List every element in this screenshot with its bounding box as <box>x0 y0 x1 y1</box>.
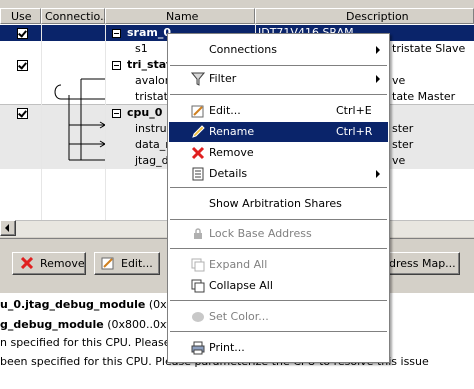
menu-item-rename[interactable]: Rename Ctrl+R <box>169 122 388 142</box>
menu-separator <box>170 248 387 249</box>
expander-tristate[interactable] <box>112 61 121 70</box>
menu-connections-label: Connections <box>209 43 277 56</box>
menu-details-label: Details <box>209 167 248 180</box>
connection-diagram <box>54 78 105 161</box>
menu-separator <box>170 331 387 332</box>
menu-lock-base-address-label: Lock Base Address <box>209 227 312 240</box>
lock-icon <box>194 228 202 239</box>
menu-rename-label: Rename <box>209 125 255 138</box>
palette-icon <box>192 312 204 322</box>
menu-separator <box>170 65 387 66</box>
menu-item-filter[interactable]: Filter <box>169 69 388 89</box>
menu-item-show-arbitration[interactable]: Show Arbitration Shares <box>169 194 388 214</box>
menu-item-expand-all[interactable]: Expand All <box>169 255 388 275</box>
row-name-s1: s1 <box>135 42 148 55</box>
menu-item-details[interactable]: Details <box>169 164 388 184</box>
column-header-use[interactable]: Use <box>0 8 41 24</box>
menu-expand-all-label: Expand All <box>209 258 268 271</box>
message-line-1-bold: u_0.jtag_debug_module <box>0 298 146 311</box>
menu-separator <box>170 219 387 220</box>
expand-all-icon <box>191 258 205 272</box>
submenu-arrow-icon <box>376 46 380 54</box>
filter-icon <box>191 72 205 86</box>
menu-collapse-all-label: Collapse All <box>209 279 273 292</box>
use-checkbox-tristate[interactable] <box>17 60 28 71</box>
edit-icon <box>101 257 114 270</box>
column-header-description[interactable]: Description <box>255 8 474 24</box>
expander-cpu[interactable] <box>112 109 121 118</box>
menu-item-connections[interactable]: Connections <box>169 40 388 60</box>
row-desc-data-master: ster <box>392 138 414 151</box>
message-line-2-bold: g_debug_module <box>0 318 104 331</box>
scroll-left-icon <box>5 224 9 232</box>
menu-print-label: Print... <box>209 341 245 354</box>
column-header-name-label: Name <box>166 10 199 23</box>
column-header-connections[interactable]: Connectio... <box>41 8 111 24</box>
row-name-tristate: tri_stat <box>127 58 172 71</box>
use-checkbox-sram[interactable] <box>17 28 28 39</box>
column-separator <box>41 24 42 220</box>
menu-show-arbitration-label: Show Arbitration Shares <box>209 197 342 210</box>
menu-item-collapse-all[interactable]: Collapse All <box>169 276 388 296</box>
column-header-use-label: Use <box>11 10 32 23</box>
context-menu: Connections Filter Edit... Ctrl+E Rename… <box>167 33 390 363</box>
menu-item-print[interactable]: Print... <box>169 338 388 358</box>
pencil-icon <box>192 125 205 138</box>
printer-icon <box>191 341 205 355</box>
menu-item-lock-base-address[interactable]: Lock Base Address <box>169 224 388 244</box>
column-header-name[interactable]: Name <box>105 8 255 24</box>
row-name-cpu: cpu_0 <box>127 106 163 119</box>
menu-item-remove[interactable]: Remove <box>169 143 388 163</box>
menu-separator <box>170 300 387 301</box>
row-desc-jtag: ve <box>392 154 406 167</box>
remove-icon <box>191 146 205 160</box>
message-line-1: u_0.jtag_debug_module (0x800 <box>0 298 188 312</box>
row-desc-instruction: ster <box>392 122 414 135</box>
row-desc-avalon: ve <box>392 74 406 87</box>
row-name-sram: sram_0 <box>127 26 172 39</box>
menu-filter-label: Filter <box>209 72 237 85</box>
menu-edit-shortcut: Ctrl+E <box>336 104 372 117</box>
menu-set-color-label: Set Color... <box>209 310 269 323</box>
edit-icon <box>191 105 204 118</box>
message-line-2: g_debug_module (0x800..0xfff) <box>0 318 182 332</box>
use-checkbox-cpu[interactable] <box>17 108 28 119</box>
column-separator <box>105 24 106 220</box>
menu-item-edit[interactable]: Edit... Ctrl+E <box>169 101 388 121</box>
menu-edit-label: Edit... <box>209 104 241 117</box>
menu-remove-label: Remove <box>209 146 254 159</box>
message-line-3: n specified for this CPU. Please par <box>0 336 193 349</box>
submenu-arrow-icon <box>376 170 380 178</box>
menu-separator <box>170 94 387 95</box>
column-header-connections-label: Connectio... <box>45 10 111 23</box>
collapse-all-icon <box>191 279 205 293</box>
details-icon <box>192 167 204 181</box>
menu-item-set-color[interactable]: Set Color... <box>169 307 388 327</box>
menu-rename-shortcut: Ctrl+R <box>336 125 373 138</box>
remove-icon <box>21 257 33 269</box>
submenu-arrow-icon <box>376 75 380 83</box>
menu-separator <box>170 187 387 188</box>
edit-button-label: Edit... <box>121 257 153 270</box>
row-desc-tristate-master: tate Master <box>392 90 456 103</box>
address-map-button-label: ddress Map... <box>382 257 456 270</box>
remove-button-label: Remove <box>40 257 85 270</box>
column-header-description-label: Description <box>346 10 409 23</box>
expander-sram[interactable] <box>112 29 121 38</box>
row-desc-s1: tristate Slave <box>392 42 466 55</box>
